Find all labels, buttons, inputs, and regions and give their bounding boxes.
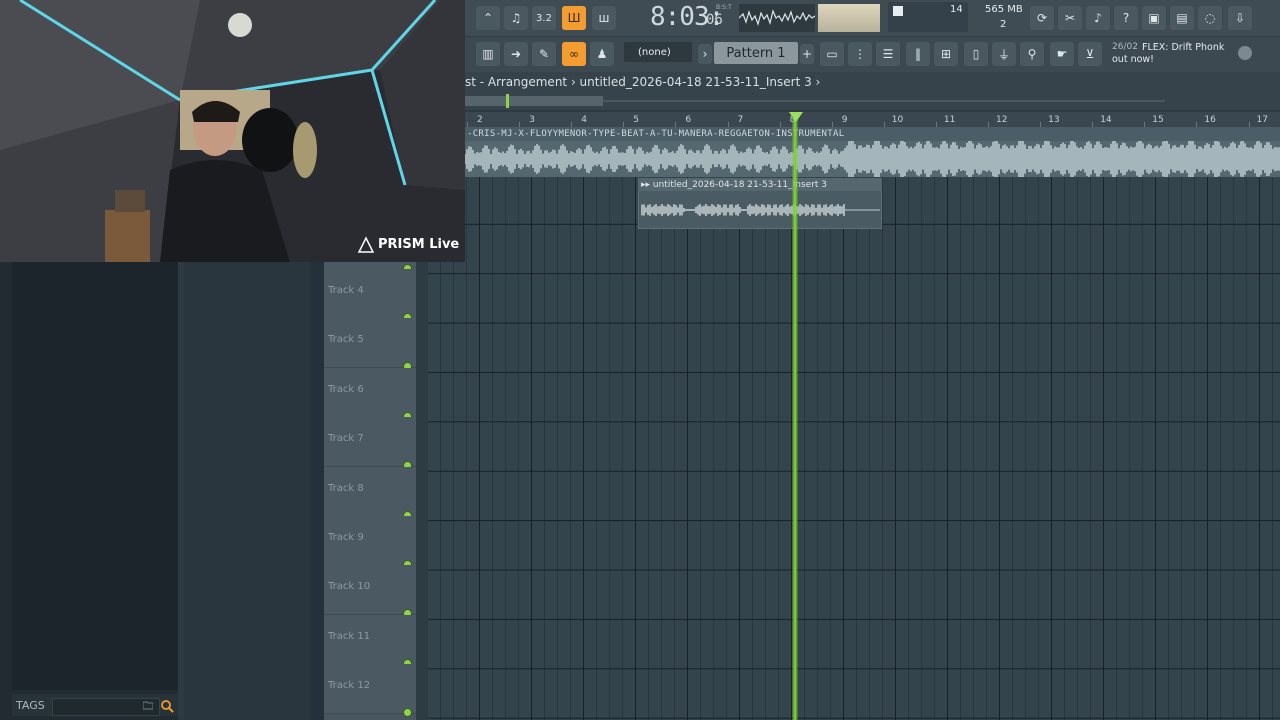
ruler-bar-number: 4 <box>581 115 587 125</box>
time-format-label: B:S:T <box>716 4 732 11</box>
browser-list[interactable] <box>12 262 178 690</box>
track-header[interactable]: Track 7 <box>324 417 416 471</box>
oscilloscope <box>739 4 815 32</box>
record-mode-icon[interactable]: Ш <box>562 6 586 30</box>
render-icon[interactable]: ▤ <box>1170 6 1194 30</box>
song-time-ticks: 06 <box>706 12 723 28</box>
edison-icon[interactable]: ⚲ <box>1020 42 1044 66</box>
help-icon[interactable]: ? <box>1114 6 1138 30</box>
insert-clip-title: ▸▸ untitled_2026-04-18 21-53-11_Insert 3 <box>641 180 828 190</box>
playlist-gutter-divider <box>310 262 324 720</box>
webcam-overlay: PRISM Live <box>0 0 465 262</box>
save-icon[interactable]: ▣ <box>1142 6 1166 30</box>
polyphony: 2 <box>1000 19 1007 30</box>
download-icon[interactable]: ⇩ <box>1228 6 1252 30</box>
typing-keyboard-icon[interactable]: ⌃ <box>476 6 500 30</box>
add-pattern-icon[interactable]: + <box>800 44 814 64</box>
playhead-marker[interactable] <box>789 112 803 122</box>
ruler-bar-number: 5 <box>633 115 640 125</box>
ruler-bar-number: 7 <box>737 115 744 125</box>
pattern-selector[interactable]: Pattern 1 <box>714 42 798 64</box>
audio-waveform <box>465 141 1280 177</box>
horizontal-scroll-thumb[interactable] <box>465 96 603 106</box>
pencil-icon[interactable]: ✎ <box>532 42 556 66</box>
search-icon[interactable] <box>160 699 174 713</box>
ruler-bar-number: 16 <box>1204 115 1216 125</box>
track-mute-dot[interactable] <box>403 708 412 718</box>
ruler-bar-number: 14 <box>1100 115 1112 125</box>
plugin-icon[interactable]: ⏚ <box>992 42 1016 66</box>
track-label: Track 11 <box>328 630 371 642</box>
ruler-bar-number: 13 <box>1048 115 1060 125</box>
cpu-value: 14 <box>950 4 963 15</box>
track-header[interactable]: Track 12 <box>324 664 416 718</box>
playlist-gutter <box>184 262 324 720</box>
track-label: Track 9 <box>328 532 364 543</box>
track-label: Track 8 <box>328 482 364 494</box>
track-label: Track 7 <box>328 433 364 445</box>
playhead-line[interactable] <box>792 118 798 720</box>
track-header[interactable]: Track 10 <box>324 565 416 619</box>
ruler-bar-number: 9 <box>841 115 848 125</box>
globe-icon[interactable] <box>1238 46 1252 60</box>
cut-icon[interactable]: ✂ <box>1058 6 1082 30</box>
ruler-bar-number: 15 <box>1152 115 1164 125</box>
project-icon[interactable]: ▯ <box>964 42 988 66</box>
piano-roll-icon[interactable]: ⋮ <box>848 42 872 66</box>
track-header[interactable]: Track 4 <box>324 269 416 322</box>
track-label: Track 6 <box>328 383 364 395</box>
piano-keyboard-icon[interactable]: ▥ <box>476 42 500 66</box>
playlist-breadcrumb[interactable]: st - Arrangement › untitled_2026-04-18 2… <box>465 75 820 89</box>
track-header[interactable]: Track 6 <box>324 367 416 421</box>
cpu-bar <box>893 6 903 16</box>
news-subtitle[interactable]: out now! <box>1112 54 1154 65</box>
chat-icon[interactable]: ◌ <box>1198 6 1222 30</box>
tempo-badge[interactable]: 3.2 <box>532 6 556 30</box>
channel-rack-icon[interactable]: ☰ <box>876 42 900 66</box>
metronome-icon[interactable]: ♫ <box>504 6 528 30</box>
track-label: Track 10 <box>328 581 371 593</box>
ruler-bar-number: 17 <box>1256 115 1268 125</box>
track-label: Track 5 <box>328 334 364 346</box>
microphone-icon[interactable]: ♪ <box>1086 6 1110 30</box>
track-header[interactable]: Track 8 <box>324 466 416 520</box>
track-label: Track 4 <box>328 285 364 296</box>
track-header[interactable]: Track 5 <box>324 318 416 372</box>
stamp-icon[interactable]: ♟ <box>590 42 614 66</box>
loop-record-icon[interactable]: ш <box>592 6 616 30</box>
webcam-image <box>0 0 465 262</box>
mixer-icon[interactable]: ‖ <box>906 42 930 66</box>
ruler-bar-number: 2 <box>477 115 483 125</box>
memory-usage: 565 MB <box>985 4 1023 15</box>
news-date: 26/02 <box>1112 42 1138 52</box>
insert-clip-waveform <box>641 204 880 216</box>
master-volume-meter[interactable] <box>818 4 880 32</box>
playlist-icon[interactable]: ▭ <box>820 42 844 66</box>
audio-clip-title: -CRIS-MJ-X-FLOYYMENOR-TYPE-BEAT-A-TU-MAN… <box>467 129 845 139</box>
ruler-bar-number: 11 <box>943 115 956 125</box>
ruler-bar-number: 12 <box>996 115 1008 125</box>
ruler-bar-number: 3 <box>529 115 535 125</box>
tags-label: TAGS <box>16 699 45 712</box>
arrow-right-icon[interactable]: ➜ <box>504 42 528 66</box>
news-title[interactable]: FLEX: Drift Phonk <box>1142 42 1224 53</box>
track-header-column: Track 4 Track 5 Track 6 Track 7 Track 8 Track… <box>324 262 416 720</box>
touch-icon[interactable]: ☛ <box>1050 42 1074 66</box>
scroll-position-marker <box>506 94 509 108</box>
folder-icon[interactable] <box>143 700 153 710</box>
ruler-bar-number: 6 <box>685 115 692 125</box>
browser-tree-icon[interactable]: ⊞ <box>934 42 958 66</box>
track-header[interactable]: Track 11 <box>324 614 416 668</box>
ruler-bar-number: 10 <box>891 115 904 125</box>
track-label: Track 12 <box>328 680 371 692</box>
cart-icon[interactable]: ⊻ <box>1078 42 1102 66</box>
link-icon[interactable]: ∞ <box>562 42 586 66</box>
pattern-none-select[interactable]: (none) <box>624 42 692 62</box>
reset-icon[interactable]: ⟳ <box>1030 6 1054 30</box>
prism-live-label: PRISM Live <box>378 237 460 252</box>
pattern-prev-icon[interactable]: › <box>698 44 712 64</box>
track-header[interactable]: Track 9 <box>324 516 416 569</box>
